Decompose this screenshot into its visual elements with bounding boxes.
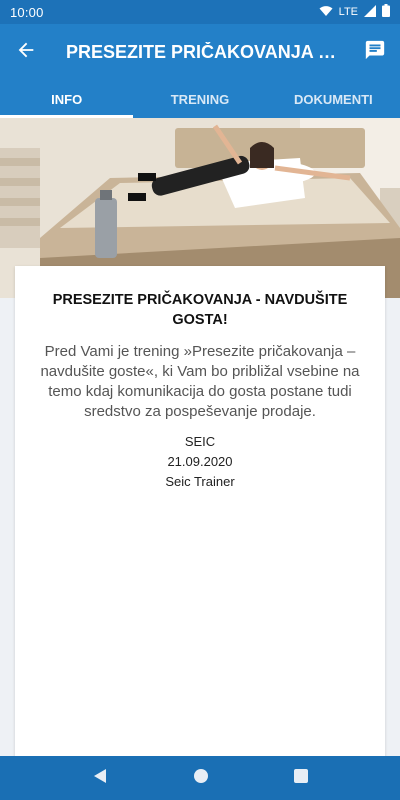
status-time: 10:00 — [10, 4, 44, 20]
nav-home-icon[interactable] — [193, 768, 209, 789]
training-title: PRESEZITE PRIČAKOVANJA - NAVDUŠITE GOSTA… — [52, 292, 348, 328]
back-button[interactable] — [0, 24, 52, 80]
wifi-icon — [319, 5, 333, 20]
chat-button[interactable] — [350, 24, 400, 80]
nav-recents-icon[interactable] — [293, 768, 308, 788]
tab-info[interactable]: INFO — [0, 80, 134, 118]
nav-back-icon[interactable] — [92, 768, 108, 789]
signal-icon — [364, 4, 376, 20]
chat-icon — [364, 39, 386, 66]
training-trainer: Seic Trainer — [165, 474, 235, 489]
training-description: Pred Vami je trening »Presezite pričakov… — [40, 343, 360, 420]
back-arrow-icon — [15, 39, 37, 66]
training-organizer: SEIC — [184, 434, 216, 449]
tab-dokumenti[interactable]: DOKUMENTI — [267, 80, 400, 118]
tab-trening[interactable]: TRENING — [133, 80, 266, 118]
network-type: LTE — [338, 6, 358, 18]
training-date: 21.09.2020 — [167, 454, 233, 469]
battery-icon — [382, 4, 390, 20]
training-card: PRESEZITE PRIČAKOVANJA - NAVDUŠITE GOSTA… — [15, 266, 385, 758]
tab-bar: INFO TRENING DOKUMENTI — [0, 80, 400, 118]
status-bar: 10:00 LTE — [0, 0, 400, 24]
system-navigation-bar — [0, 756, 400, 800]
page-title: PRESEZITE PRIČAKOVANJA - N... — [66, 41, 350, 62]
app-bar: PRESEZITE PRIČAKOVANJA - N... — [0, 24, 400, 80]
